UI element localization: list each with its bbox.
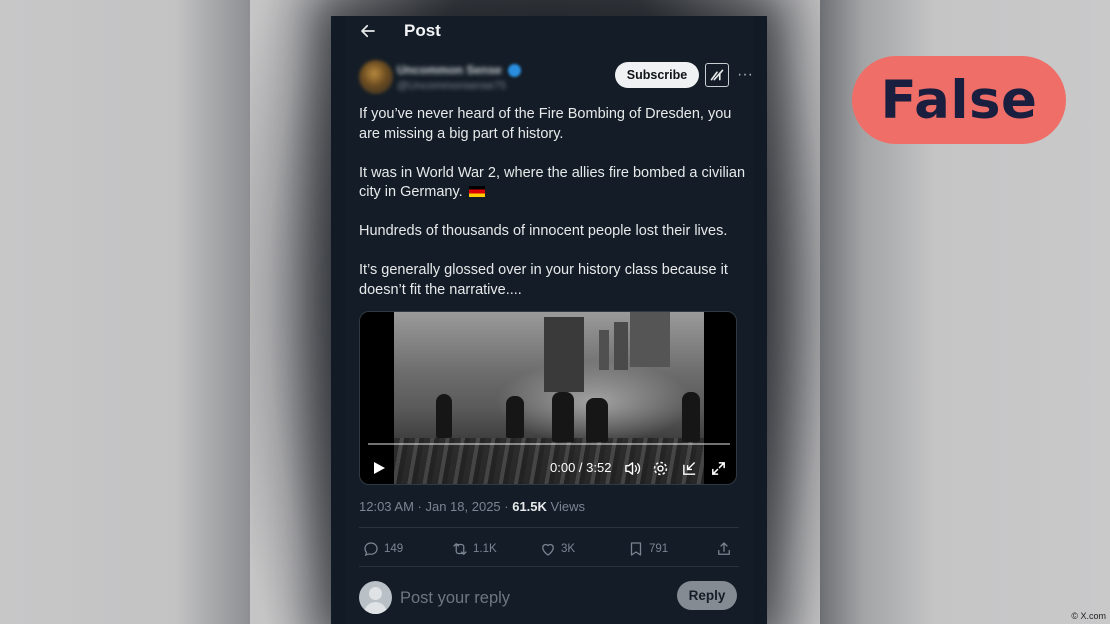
- like-count: 3K: [561, 543, 576, 555]
- share-icon: [718, 542, 730, 555]
- video-time: 0:00 / 3:52: [550, 460, 612, 475]
- reply-composer: Reply: [359, 581, 739, 617]
- play-icon[interactable]: [372, 461, 386, 475]
- reply-bubble-icon: [364, 542, 378, 556]
- person-silhouette: [586, 398, 608, 442]
- author-name-blurred[interactable]: Uncommon Sense: [397, 63, 502, 77]
- author-avatar[interactable]: [359, 60, 393, 94]
- repost-icon: [453, 543, 467, 555]
- volume-icon[interactable]: [624, 460, 641, 477]
- bookmark-icon: [630, 542, 642, 556]
- post-paragraph: It’s generally glossed over in your hist…: [359, 262, 728, 298]
- repost-action[interactable]: 1.1K: [451, 539, 497, 559]
- video-progress-bar[interactable]: [368, 443, 730, 445]
- mini-player-icon[interactable]: [681, 460, 698, 477]
- page-title: Post: [404, 21, 441, 40]
- germany-flag-icon: [468, 186, 485, 197]
- like-action[interactable]: 3K: [539, 539, 575, 559]
- more-options-icon[interactable]: ···: [737, 66, 753, 84]
- ruin-building: [544, 317, 584, 392]
- reply-input[interactable]: [400, 585, 630, 611]
- post-meta: 12:03 AM · Jan 18, 2025 · 61.5K Views: [359, 499, 585, 514]
- image-credit: © X.com: [1071, 611, 1106, 621]
- post-text: If you’ve never heard of the Fire Bombin…: [359, 105, 749, 320]
- reply-action[interactable]: 149: [362, 539, 403, 559]
- action-bar: 149 1.1K 3K 791: [359, 539, 739, 563]
- views-count: 61.5K: [512, 499, 547, 514]
- person-silhouette: [552, 392, 574, 442]
- verdict-label: False: [880, 69, 1038, 131]
- video-player[interactable]: 0:00 / 3:52: [359, 311, 737, 485]
- reply-button[interactable]: Reply: [677, 581, 737, 610]
- grok-icon[interactable]: [705, 63, 729, 87]
- verified-badge-icon: [508, 64, 521, 77]
- settings-gear-icon[interactable]: [652, 460, 669, 477]
- subscribe-button[interactable]: Subscribe: [615, 62, 699, 88]
- reply-count: 149: [384, 543, 404, 555]
- post-paragraph: It was in World War 2, where the allies …: [359, 164, 746, 201]
- bookmark-action[interactable]: 791: [627, 539, 668, 559]
- author-row: Uncommon Sense @Uncommonsense75 Subscrib…: [359, 60, 753, 96]
- views-label: Views: [546, 499, 585, 514]
- share-action[interactable]: [715, 539, 733, 559]
- ruin-chimney: [614, 322, 628, 370]
- author-handle-blurred: @Uncommonsense75: [397, 80, 506, 92]
- fullscreen-icon[interactable]: [710, 460, 727, 477]
- bookmark-count: 791: [649, 543, 669, 555]
- phone-screenshot: Post Uncommon Sense @Uncommonsense75 Sub…: [331, 16, 767, 624]
- post-view: Post Uncommon Sense @Uncommonsense75 Sub…: [345, 16, 753, 624]
- back-arrow-icon[interactable]: [359, 22, 377, 40]
- ruin-building: [630, 312, 670, 367]
- ruin-chimney: [599, 330, 609, 370]
- repost-count: 1.1K: [473, 543, 497, 555]
- verdict-badge: False: [852, 56, 1066, 144]
- top-bar: Post: [345, 16, 753, 48]
- user-avatar: [359, 581, 392, 614]
- person-silhouette: [506, 396, 524, 438]
- person-silhouette: [682, 392, 700, 442]
- heart-icon: [542, 543, 554, 556]
- post-timestamp[interactable]: 12:03 AM · Jan 18, 2025 ·: [359, 499, 512, 514]
- divider: [359, 527, 739, 528]
- post-paragraph: Hundreds of thousands of innocent people…: [359, 223, 728, 239]
- post-paragraph: If you’ve never heard of the Fire Bombin…: [359, 106, 732, 142]
- person-silhouette: [436, 394, 452, 438]
- divider: [359, 566, 739, 567]
- background-left: [0, 0, 250, 624]
